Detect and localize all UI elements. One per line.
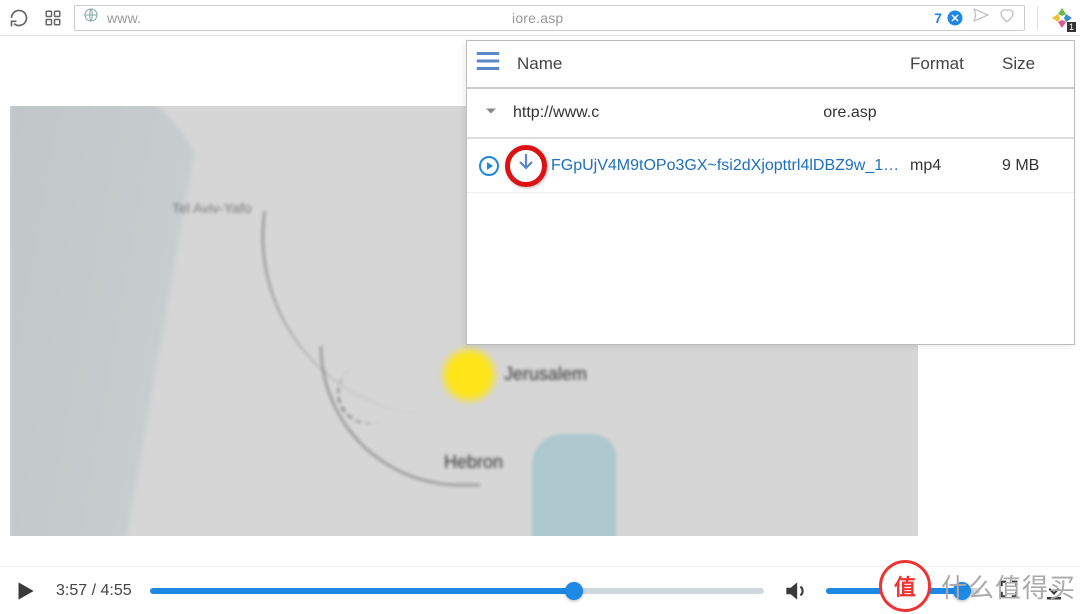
fullscreen-button[interactable] — [998, 578, 1024, 604]
browser-top-bar: www. iore.asp 7 1 — [0, 0, 1080, 36]
highlight-circle — [505, 145, 547, 187]
extension-button[interactable]: 1 — [1050, 6, 1074, 30]
group-url: http://www.c ore.asp — [513, 104, 877, 122]
download-panel: Name Format Size http://www.c ore.asp — [466, 40, 1075, 345]
menu-icon[interactable] — [473, 46, 509, 82]
apps-grid-button[interactable] — [40, 5, 66, 31]
label-hebron: Hebron — [444, 452, 503, 473]
video-controls: 3:57 / 4:55 — [0, 566, 1080, 614]
media-size: 9 MB — [1002, 157, 1074, 175]
download-file-icon[interactable] — [514, 151, 538, 180]
catch-badge[interactable]: 7 — [934, 9, 964, 27]
label-telaviv: Tel Aviv-Yafo — [172, 200, 252, 216]
content-area: Jerusalem Hebron Tel Aviv-Yafo Name Form… — [0, 36, 1080, 566]
send-icon[interactable] — [972, 6, 990, 29]
play-preview-icon[interactable] — [477, 154, 501, 178]
url-prefix: www. — [107, 10, 141, 26]
media-format: mp4 — [910, 157, 1002, 175]
volume-icon[interactable] — [782, 578, 808, 604]
group-row[interactable]: http://www.c ore.asp — [467, 89, 1074, 139]
download-button[interactable] — [1042, 578, 1068, 604]
url-suffix: iore.asp — [512, 10, 563, 26]
globe-icon — [83, 7, 99, 28]
favorite-icon[interactable] — [998, 6, 1016, 29]
progress-bar[interactable] — [150, 588, 764, 594]
separator — [1037, 6, 1038, 30]
label-jerusalem: Jerusalem — [504, 364, 587, 385]
panel-header: Name Format Size — [467, 41, 1074, 89]
col-header-name: Name — [515, 54, 910, 74]
media-row[interactable]: FGpUjV4M9tOPo3GX~fsi2dXjopttrl4lDBZ9w_16… — [467, 139, 1074, 193]
time-current: 3:57 — [56, 582, 87, 599]
extension-count: 1 — [1067, 22, 1076, 32]
media-filename: FGpUjV4M9tOPo3GX~fsi2dXjopttrl4lDBZ9w_16… — [551, 157, 910, 175]
volume-bar[interactable] — [826, 588, 980, 594]
collapse-icon[interactable] — [481, 101, 505, 125]
time-total: 4:55 — [100, 582, 131, 599]
col-header-size: Size — [1002, 54, 1074, 74]
reload-button[interactable] — [6, 5, 32, 31]
play-button[interactable] — [12, 578, 38, 604]
badge-count: 7 — [934, 10, 942, 26]
address-bar[interactable]: www. iore.asp 7 — [74, 5, 1025, 31]
col-header-format: Format — [910, 54, 1002, 74]
time-display: 3:57 / 4:55 — [56, 582, 132, 600]
badge-cancel-icon — [946, 9, 964, 27]
